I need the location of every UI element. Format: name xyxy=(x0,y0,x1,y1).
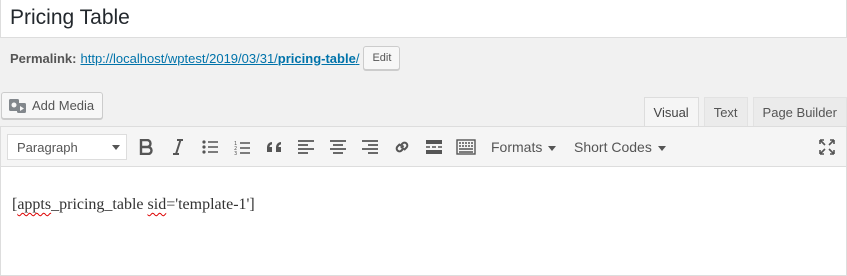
edit-permalink-button[interactable]: Edit xyxy=(363,46,401,70)
align-left-icon[interactable] xyxy=(294,135,318,159)
formats-menu[interactable]: Formats xyxy=(491,135,557,159)
tab-text[interactable]: Text xyxy=(703,97,748,126)
chevron-down-icon xyxy=(548,146,557,151)
align-center-icon[interactable] xyxy=(326,135,350,159)
content-text: ='template-1'] xyxy=(166,196,255,213)
misspelled-word: appts xyxy=(17,196,52,213)
permalink-label: Permalink: xyxy=(10,50,77,66)
shortcodes-menu-label: Short Codes xyxy=(574,139,652,155)
editor-content[interactable]: [appts_pricing_table sid='template-1'] xyxy=(12,196,255,214)
tab-visual[interactable]: Visual xyxy=(643,97,699,126)
link-icon[interactable] xyxy=(390,135,414,159)
permalink-url-tail: / xyxy=(355,50,360,66)
permalink-slug: pricing-table xyxy=(277,50,356,66)
blockquote-icon[interactable] xyxy=(262,135,286,159)
shortcodes-menu[interactable]: Short Codes xyxy=(574,135,666,159)
numbered-list-icon[interactable]: 123 xyxy=(230,135,254,159)
content-text: _pricing_table xyxy=(51,196,148,213)
format-select[interactable]: Paragraph xyxy=(7,134,127,160)
chevron-down-icon xyxy=(112,145,120,150)
permalink-url-base: http://localhost/wptest/2019/03/31/ xyxy=(80,50,278,66)
format-select-value: Paragraph xyxy=(17,139,78,155)
bold-icon[interactable] xyxy=(134,135,158,159)
align-right-icon[interactable] xyxy=(358,135,382,159)
add-media-button[interactable]: Add Media xyxy=(1,92,104,119)
add-media-label: Add Media xyxy=(32,98,95,113)
tab-page-builder[interactable]: Page Builder xyxy=(752,97,847,126)
misspelled-word: sid xyxy=(147,196,167,213)
fullscreen-icon[interactable] xyxy=(815,135,839,159)
post-title-input[interactable]: Pricing Table xyxy=(10,6,130,30)
title-field-container: Pricing Table xyxy=(0,0,847,38)
permalink-link[interactable]: http://localhost/wptest/2019/03/31/prici… xyxy=(80,51,359,66)
bullet-list-icon[interactable] xyxy=(198,135,222,159)
permalink-row: Permalink: http://localhost/wptest/2019/… xyxy=(10,45,401,71)
toolbar-toggle-icon[interactable] xyxy=(454,135,478,159)
read-more-icon[interactable] xyxy=(422,135,446,159)
formats-menu-label: Formats xyxy=(491,139,543,155)
add-media-icon xyxy=(8,97,28,115)
italic-icon[interactable] xyxy=(166,135,190,159)
editor-toolbar: Paragraph 123 Formats Short Codes xyxy=(1,127,846,167)
chevron-down-icon xyxy=(657,146,666,151)
editor-container: Paragraph 123 Formats Short Codes [appts… xyxy=(0,126,847,276)
editor-tabs: Visual Text Page Builder xyxy=(639,97,847,126)
svg-text:3: 3 xyxy=(234,151,237,155)
